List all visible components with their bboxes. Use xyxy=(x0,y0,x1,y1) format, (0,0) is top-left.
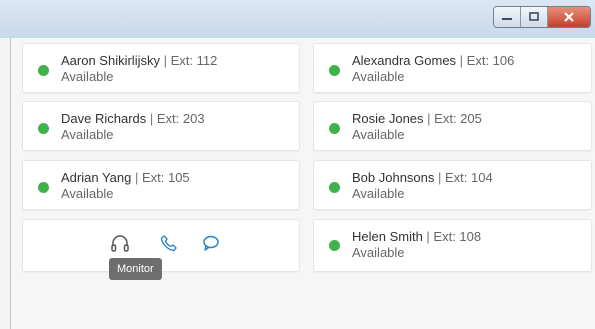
status-dot xyxy=(329,240,340,251)
title-bar xyxy=(0,0,595,38)
separator: | xyxy=(423,111,435,126)
separator: | xyxy=(456,53,467,68)
phone-icon[interactable] xyxy=(160,234,178,252)
contact-name: Helen Smith xyxy=(352,229,423,244)
contact-status: Available xyxy=(352,127,405,142)
contact-card[interactable]: Alexandra Gomes | Ext: 106 Available xyxy=(313,43,592,93)
headset-icon[interactable] xyxy=(110,234,130,254)
contact-card[interactable]: Bob Johnsons | Ext: 104 Available xyxy=(313,160,592,210)
status-dot xyxy=(38,182,49,193)
separator: | xyxy=(159,53,171,68)
separator: | xyxy=(434,170,446,185)
contact-name: Rosie Jones xyxy=(352,111,424,126)
contact-name: Bob Johnsons xyxy=(352,170,435,185)
status-dot xyxy=(329,123,340,134)
contact-status: Available xyxy=(61,186,114,201)
contact-card[interactable]: Rosie Jones | Ext: 205 Available xyxy=(313,101,592,151)
status-dot xyxy=(38,123,49,134)
contact-card[interactable]: Adrian Yang | Ext: 105 Available xyxy=(22,160,300,210)
contact-ext: Ext: 106 xyxy=(466,53,515,68)
contacts-panel: Aaron Shikirlijsky | Ext: 112 Available … xyxy=(10,38,595,329)
contact-name: Aaron Shikirlijsky xyxy=(61,53,160,68)
maximize-icon xyxy=(529,12,539,21)
contact-status: Available xyxy=(61,127,114,142)
chat-bubble-icon[interactable] xyxy=(202,234,220,252)
contact-ext: Ext: 112 xyxy=(170,53,218,68)
close-button[interactable] xyxy=(548,7,590,27)
separator: | xyxy=(131,170,142,185)
contact-card[interactable]: Aaron Shikirlijsky | Ext: 112 Available xyxy=(22,43,300,93)
contact-ext: Ext: 105 xyxy=(141,170,190,185)
window-controls xyxy=(493,6,591,28)
maximize-button[interactable] xyxy=(521,7,548,27)
contact-name: Dave Richards xyxy=(61,111,147,126)
separator: | xyxy=(146,111,157,126)
contact-ext: Ext: 203 xyxy=(156,111,205,126)
status-dot xyxy=(329,182,340,193)
contact-ext: Ext: 108 xyxy=(433,229,482,244)
minimize-icon xyxy=(502,18,512,20)
contact-status: Available xyxy=(352,69,405,84)
contact-ext: Ext: 104 xyxy=(445,170,493,185)
monitor-tooltip: Monitor xyxy=(109,258,162,280)
minimize-button[interactable] xyxy=(494,7,521,27)
contact-ext: Ext: 205 xyxy=(434,111,482,126)
contact-status: Available xyxy=(61,69,114,84)
status-dot xyxy=(38,65,49,76)
contact-card[interactable]: Dave Richards | Ext: 203 Available xyxy=(22,101,300,151)
status-dot xyxy=(329,65,340,76)
contact-card[interactable]: Helen Smith | Ext: 108 Available xyxy=(313,219,592,272)
contact-name: Adrian Yang xyxy=(61,170,132,185)
contact-status: Available xyxy=(352,186,405,201)
separator: | xyxy=(422,229,434,244)
contact-status: Available xyxy=(352,245,405,260)
close-icon xyxy=(564,12,574,22)
contact-name: Alexandra Gomes xyxy=(352,53,457,68)
